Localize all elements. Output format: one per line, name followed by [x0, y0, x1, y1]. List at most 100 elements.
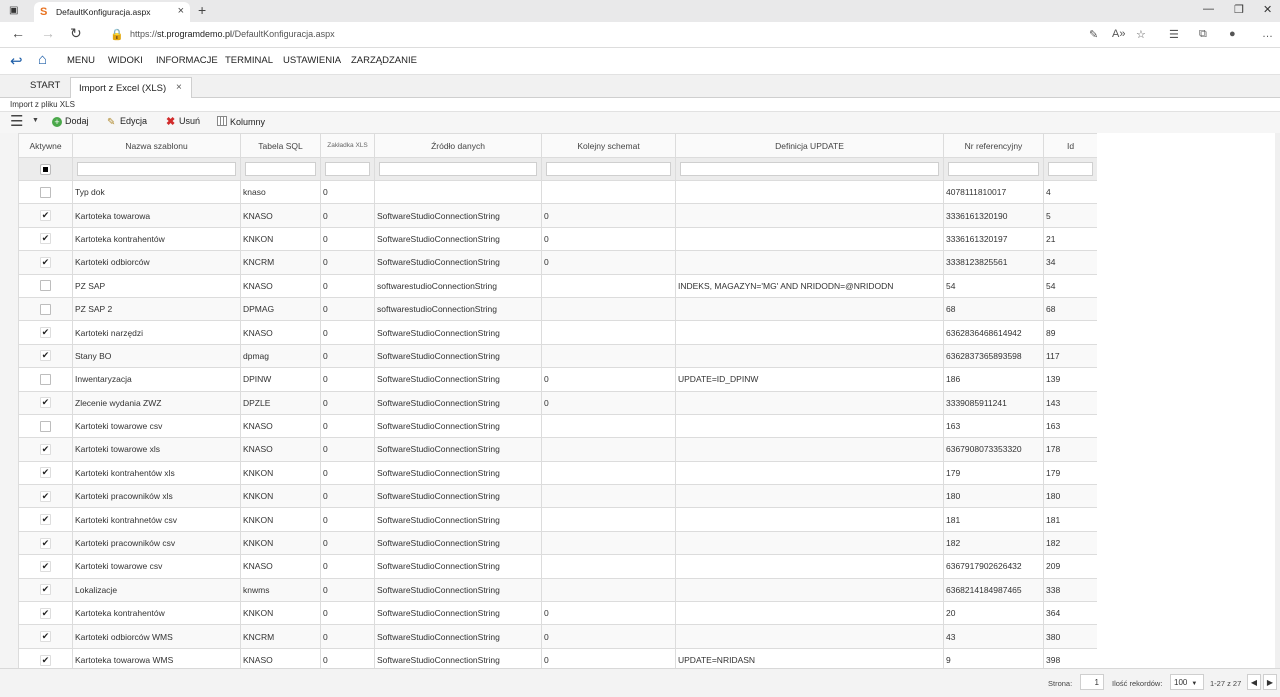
unchecked-checkbox[interactable] [40, 280, 51, 292]
checked-checkbox[interactable]: ✔ [40, 654, 51, 666]
column-header-data-source[interactable]: Źródło danych [374, 133, 542, 158]
unchecked-checkbox[interactable] [40, 186, 51, 198]
hamburger-menu-icon[interactable]: ☰ [10, 114, 23, 129]
table-row[interactable]: ✔ Kartoteki odbiorców WMS KNCRM 0 SoftwareSt… [18, 624, 1098, 649]
unchecked-checkbox[interactable] [40, 420, 51, 432]
reload-icon[interactable]: ↻ [70, 25, 82, 42]
checked-checkbox[interactable]: ✔ [40, 397, 51, 409]
active-cell[interactable]: ✔ [18, 624, 73, 649]
url-field[interactable]: https://st.programdemo.pl/DefaultKonfigu… [130, 29, 335, 39]
active-cell[interactable] [18, 179, 73, 205]
checked-checkbox[interactable]: ✔ [40, 443, 51, 455]
table-row[interactable]: ✔ Kartoteka kontrahentów KNKON 0 SoftwareStu… [18, 601, 1098, 626]
active-cell[interactable]: ✔ [18, 390, 73, 415]
table-row[interactable]: ✔ Kartoteki towarowe xls KNASO 0 SoftwareStu… [18, 437, 1098, 462]
favorite-icon[interactable]: ☆ [1136, 28, 1146, 41]
browser-tab[interactable]: S DefaultKonfiguracja.aspx × [34, 2, 190, 22]
menu-item-zarzadzanie[interactable]: ZARZĄDZANIE [351, 55, 417, 66]
checked-checkbox[interactable]: ✔ [40, 537, 51, 549]
page-number-input[interactable]: 1 [1080, 674, 1104, 690]
records-per-page-select[interactable]: 100 ▼ [1170, 674, 1204, 690]
column-header-name[interactable]: Nazwa szablonu [72, 133, 241, 158]
checked-checkbox[interactable]: ✔ [40, 467, 51, 479]
edit-button[interactable]: ✎ Edycja [107, 116, 147, 128]
read-aloud-icon[interactable]: A» [1112, 28, 1125, 40]
more-icon[interactable]: … [1262, 28, 1273, 40]
active-cell[interactable]: ✔ [18, 530, 73, 556]
menu-item-menu[interactable]: MENU [67, 55, 95, 66]
pen-icon[interactable]: ✎ [1089, 28, 1098, 41]
columns-button[interactable]: Kolumny [217, 116, 265, 127]
column-header-reference-number[interactable]: Nr referencyjny [943, 133, 1044, 158]
table-row[interactable]: ✔ Kartoteki kontrahnetów csv KNKON 0 Softwar… [18, 507, 1098, 532]
filter-update-input[interactable] [680, 162, 939, 176]
checked-checkbox[interactable]: ✔ [40, 327, 51, 339]
active-cell[interactable] [18, 413, 73, 439]
checked-checkbox[interactable]: ✔ [40, 490, 51, 502]
active-cell[interactable]: ✔ [18, 343, 73, 369]
vertical-scrollbar[interactable] [1275, 133, 1280, 668]
table-row[interactable]: ✔ Kartoteki odbiorców KNCRM 0 SoftwareStudio… [18, 250, 1098, 275]
filter-data-source-input[interactable] [379, 162, 537, 176]
unchecked-checkbox[interactable] [40, 373, 51, 385]
filter-xls-sheet-input[interactable] [325, 162, 370, 176]
table-row[interactable]: ✔ Stany BO dpmag 0 SoftwareStudioConnectionS… [18, 343, 1098, 369]
table-row[interactable]: PZ SAP KNASO 0 softwarestudioConnectionStri… [18, 273, 1098, 298]
active-cell[interactable]: ✔ [18, 203, 73, 228]
close-tab-icon[interactable]: × [178, 5, 184, 17]
column-header-update-definition[interactable]: Definicja UPDATE [675, 133, 944, 158]
table-row[interactable]: ✔ Kartoteki pracowników csv KNKON 0 Software… [18, 530, 1098, 556]
table-row[interactable]: ✔ Kartoteki kontrahentów xls KNKON 0 Softwar… [18, 460, 1098, 486]
table-row[interactable]: PZ SAP 2 DPMAG 0 softwarestudioConnectionSt… [18, 296, 1098, 322]
tab-import-excel[interactable]: Import z Excel (XLS) × [70, 77, 192, 98]
filter-active-checkbox[interactable] [40, 163, 51, 175]
checked-checkbox[interactable]: ✔ [40, 631, 51, 643]
checked-checkbox[interactable]: ✔ [40, 560, 51, 572]
collections-icon[interactable]: ⧉ [1199, 28, 1207, 41]
table-row[interactable]: ✔ Lokalizacje knwms 0 SoftwareStudioConnecti… [18, 577, 1098, 603]
profile-avatar-icon[interactable]: ● [1229, 28, 1236, 40]
filter-reference-input[interactable] [948, 162, 1039, 176]
prev-page-icon[interactable]: ◀ [1247, 674, 1261, 690]
column-header-sql-table[interactable]: Tabela SQL [240, 133, 321, 158]
favorites-list-icon[interactable]: ☰ [1169, 28, 1179, 41]
checked-checkbox[interactable]: ✔ [40, 350, 51, 362]
menu-item-ustawienia[interactable]: USTAWIENIA [283, 55, 341, 66]
checked-checkbox[interactable]: ✔ [40, 607, 51, 619]
tab-start[interactable]: START [30, 80, 60, 91]
table-row[interactable]: ✔ Kartoteka kontrahentów KNKON 0 SoftwareStu… [18, 226, 1098, 252]
checked-checkbox[interactable]: ✔ [40, 233, 51, 245]
column-header-next-schema[interactable]: Kolejny schemat [541, 133, 676, 158]
menu-item-informacje[interactable]: INFORMACJE [156, 55, 218, 66]
back-arrow-icon[interactable]: ↩ [10, 52, 23, 70]
table-row[interactable]: ✔ Kartoteki narzędzi KNASO 0 SoftwareStudioC… [18, 320, 1098, 345]
window-menu-icon[interactable]: ▣ [9, 5, 18, 16]
table-row[interactable]: ✔ Kartoteka towarowa KNASO 0 SoftwareStudioC… [18, 203, 1098, 228]
active-cell[interactable]: ✔ [18, 226, 73, 252]
filter-next-schema-input[interactable] [546, 162, 671, 176]
table-row[interactable]: Inwentaryzacja DPINW 0 SoftwareStudioConnec… [18, 367, 1098, 392]
home-icon[interactable]: ⌂ [38, 51, 47, 68]
filter-sql-table-input[interactable] [245, 162, 316, 176]
add-button[interactable]: + Dodaj [52, 116, 89, 127]
checked-checkbox[interactable]: ✔ [40, 210, 51, 222]
tab-close-icon[interactable]: × [176, 82, 182, 93]
active-cell[interactable]: ✔ [18, 460, 73, 486]
close-window-icon[interactable]: ✕ [1263, 3, 1272, 16]
filter-id-input[interactable] [1048, 162, 1093, 176]
unchecked-checkbox[interactable] [40, 303, 51, 315]
active-cell[interactable]: ✔ [18, 554, 73, 579]
maximize-icon[interactable]: ❐ [1234, 3, 1244, 16]
new-tab-button[interactable]: + [198, 2, 206, 18]
active-cell[interactable]: ✔ [18, 484, 73, 509]
checked-checkbox[interactable]: ✔ [40, 584, 51, 596]
menu-item-terminal[interactable]: TERMINAL [225, 55, 273, 66]
active-cell[interactable] [18, 367, 73, 392]
checked-checkbox[interactable]: ✔ [40, 514, 51, 526]
delete-button[interactable]: ✖ Usuń [166, 116, 200, 128]
table-row[interactable]: ✔ Zlecenie wydania ZWZ DPZLE 0 SoftwareStudi… [18, 390, 1098, 415]
filter-active[interactable] [18, 157, 73, 181]
active-cell[interactable]: ✔ [18, 320, 73, 345]
next-page-icon[interactable]: ▶ [1263, 674, 1277, 690]
active-cell[interactable]: ✔ [18, 507, 73, 532]
